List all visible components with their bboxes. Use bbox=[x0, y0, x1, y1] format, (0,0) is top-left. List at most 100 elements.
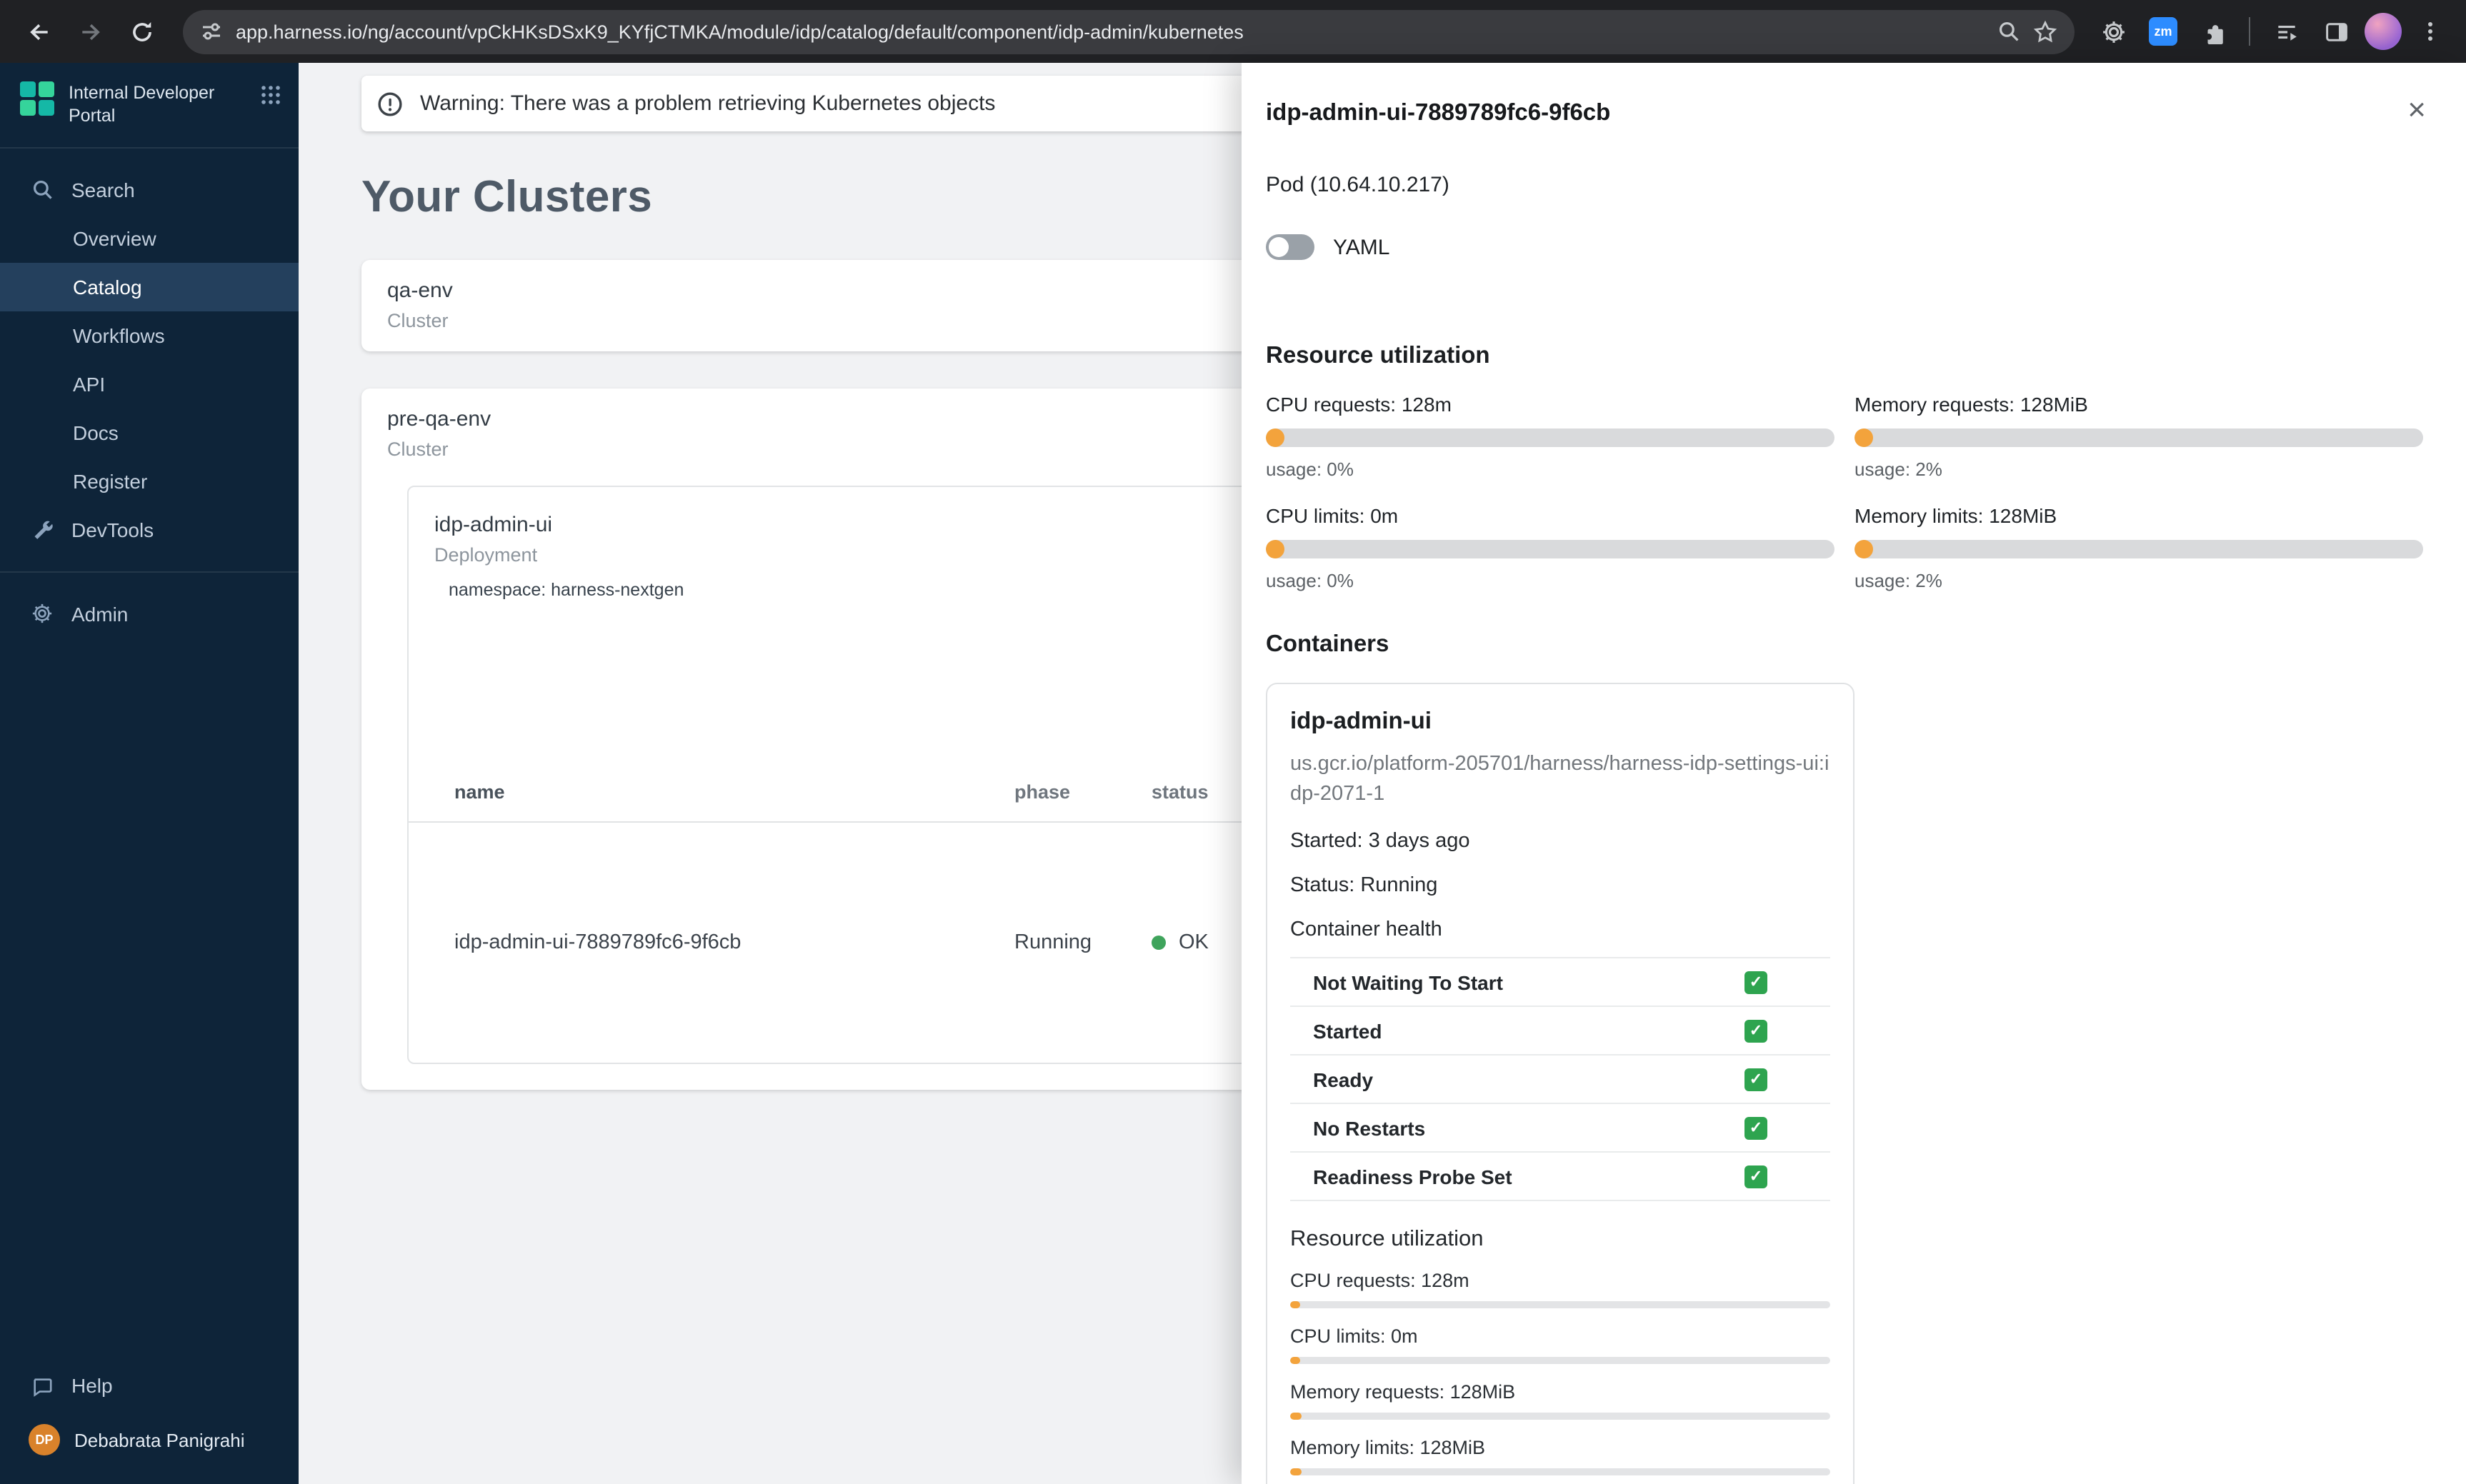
sidebar-item-label: Register bbox=[73, 469, 148, 492]
site-settings-icon[interactable] bbox=[200, 20, 223, 43]
chrome-toolbar-icons: zm bbox=[2092, 10, 2452, 53]
yaml-toggle[interactable] bbox=[1266, 234, 1314, 260]
sidebar-item-catalog[interactable]: Catalog bbox=[0, 262, 299, 311]
pod-phase: Running bbox=[1014, 931, 1092, 954]
search-icon[interactable] bbox=[1997, 20, 2020, 43]
check-icon: ✓ bbox=[1744, 1019, 1767, 1043]
sidebar-item-api[interactable]: API bbox=[0, 359, 299, 408]
warning-text: Warning: There was a problem retrieving … bbox=[420, 91, 996, 116]
meter-cpu-limits: CPU limits: 0m usage: 0% bbox=[1266, 504, 1834, 591]
column-header-phase: phase bbox=[1014, 781, 1071, 803]
meter-track bbox=[1290, 1468, 1830, 1476]
side-panel-icon[interactable] bbox=[2315, 10, 2357, 53]
user-row[interactable]: DP Debabrata Panigrahi bbox=[0, 1410, 299, 1470]
apps-grid-icon[interactable] bbox=[260, 81, 281, 106]
toolbar-separator bbox=[2249, 17, 2250, 46]
close-icon[interactable]: × bbox=[2407, 94, 2426, 126]
url-input[interactable] bbox=[236, 21, 1985, 42]
user-avatar: DP bbox=[29, 1424, 60, 1455]
meter-track bbox=[1266, 428, 1834, 447]
container-image: us.gcr.io/platform-205701/harness/harnes… bbox=[1290, 753, 1829, 806]
sidebar-item-workflows[interactable]: Workflows bbox=[0, 311, 299, 359]
meter-cpu-requests: CPU requests: 128m usage: 0% bbox=[1266, 393, 1834, 480]
container-resource-title: Resource utilization bbox=[1290, 1227, 1484, 1252]
help-icon bbox=[30, 1373, 54, 1398]
omnibox[interactable] bbox=[183, 9, 2075, 54]
settings-gear-icon[interactable] bbox=[2092, 10, 2135, 53]
gear-icon bbox=[30, 601, 54, 626]
sidebar-item-help[interactable]: Help bbox=[0, 1361, 299, 1410]
container-name: idp-admin-ui bbox=[1290, 708, 1432, 734]
harness-logo-icon bbox=[20, 81, 54, 116]
sidebar-bottom: Help DP Debabrata Panigrahi bbox=[0, 1361, 299, 1484]
forward-icon[interactable] bbox=[66, 7, 114, 56]
meter-fill bbox=[1290, 1413, 1302, 1420]
meter-track bbox=[1290, 1301, 1830, 1309]
sidebar-item-label: Search bbox=[71, 178, 135, 201]
zoom-extension-icon[interactable]: zm bbox=[2142, 10, 2185, 53]
more-menu-icon[interactable] bbox=[2409, 10, 2452, 53]
container-status: Status: Running bbox=[1290, 874, 1438, 898]
media-controls-icon[interactable] bbox=[2265, 10, 2307, 53]
sidebar-item-label: Overview bbox=[73, 226, 156, 249]
back-icon[interactable] bbox=[14, 7, 63, 56]
meter-track bbox=[1266, 540, 1834, 558]
sidebar-item-label: DevTools bbox=[71, 518, 154, 541]
sidebar-item-docs[interactable]: Docs bbox=[0, 408, 299, 456]
meter-track bbox=[1855, 428, 2423, 447]
meter-fill bbox=[1855, 428, 1873, 447]
sidebar-item-label: Docs bbox=[73, 421, 119, 443]
sidebar: Internal Developer Portal Search Overvie… bbox=[0, 63, 299, 1484]
sidebar-item-overview[interactable]: Overview bbox=[0, 214, 299, 262]
profile-avatar[interactable] bbox=[2365, 13, 2402, 50]
health-row: Readiness Probe Set ✓ bbox=[1290, 1153, 1830, 1202]
resource-meters: CPU requests: 128m usage: 0% Memory requ… bbox=[1266, 393, 2423, 591]
pod-name: idp-admin-ui-7889789fc6-9f6cb bbox=[454, 931, 742, 954]
sidebar-item-admin[interactable]: Admin bbox=[0, 589, 299, 638]
health-row: Started ✓ bbox=[1290, 1007, 1830, 1056]
column-header-name: name bbox=[454, 781, 505, 803]
health-row: Not Waiting To Start ✓ bbox=[1290, 958, 1830, 1008]
container-health-table: Not Waiting To Start ✓ Started ✓ Ready ✓… bbox=[1290, 957, 1830, 1202]
meter-memory-limits: Memory limits: 128MiB usage: 2% bbox=[1855, 504, 2423, 591]
check-icon: ✓ bbox=[1744, 1116, 1767, 1140]
brand-title: Internal Developer Portal bbox=[69, 83, 215, 126]
meter-fill bbox=[1266, 428, 1284, 447]
meter-fill bbox=[1855, 540, 1873, 558]
meter-track bbox=[1290, 1413, 1830, 1420]
yaml-toggle-label: YAML bbox=[1333, 235, 1390, 259]
pod-subtitle: Pod (10.64.10.217) bbox=[1266, 173, 1449, 197]
search-icon bbox=[30, 177, 54, 201]
sidebar-item-label: Admin bbox=[71, 602, 129, 625]
resource-utilization-title: Resource utilization bbox=[1266, 343, 1490, 369]
extensions-puzzle-icon[interactable] bbox=[2192, 10, 2235, 53]
meter-track bbox=[1290, 1357, 1830, 1365]
meter-fill bbox=[1290, 1301, 1300, 1309]
sidebar-nav: Search Overview Catalog Workflows API Do… bbox=[0, 148, 299, 638]
meter-memory-requests: Memory requests: 128MiB usage: 2% bbox=[1855, 393, 2423, 480]
health-row: Ready ✓ bbox=[1290, 1056, 1830, 1105]
sidebar-item-devtools[interactable]: DevTools bbox=[0, 505, 299, 553]
brand: Internal Developer Portal bbox=[0, 63, 299, 148]
check-icon: ✓ bbox=[1744, 1068, 1767, 1091]
containers-title: Containers bbox=[1266, 631, 1389, 657]
check-icon: ✓ bbox=[1744, 1165, 1767, 1188]
user-name: Debabrata Panigrahi bbox=[74, 1429, 245, 1450]
meter-fill bbox=[1290, 1468, 1302, 1476]
container-card: idp-admin-ui us.gcr.io/platform-205701/h… bbox=[1266, 683, 1855, 1484]
sidebar-item-register[interactable]: Register bbox=[0, 456, 299, 505]
sidebar-item-search[interactable]: Search bbox=[0, 165, 299, 214]
warning-info-icon bbox=[377, 91, 403, 116]
wrench-icon bbox=[30, 517, 54, 541]
container-started: Started: 3 days ago bbox=[1290, 830, 1470, 853]
check-icon: ✓ bbox=[1744, 971, 1767, 994]
screen: zm Internal Developer bbox=[0, 0, 2466, 1484]
bookmark-star-icon[interactable] bbox=[2033, 19, 2057, 44]
sidebar-divider bbox=[0, 571, 299, 572]
sidebar-item-label: Catalog bbox=[73, 275, 142, 298]
reload-icon[interactable] bbox=[117, 7, 166, 56]
container-health-title: Container health bbox=[1290, 918, 1442, 942]
status-badge: OK bbox=[1179, 931, 1209, 954]
sidebar-item-label: API bbox=[73, 372, 106, 395]
browser-chrome: zm bbox=[0, 0, 2466, 63]
